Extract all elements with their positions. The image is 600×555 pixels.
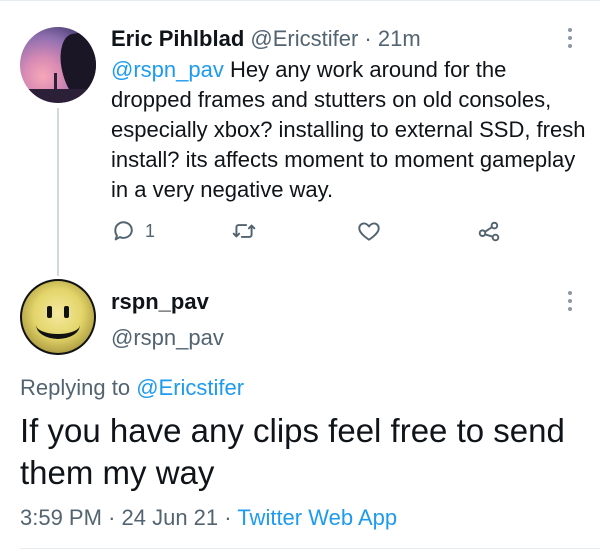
like-icon bbox=[358, 222, 380, 241]
author-handle[interactable]: @rspn_pav bbox=[111, 324, 224, 352]
tweet-text: @rspn_pav Hey any work around for the dr… bbox=[111, 55, 591, 205]
mention-link[interactable]: @rspn_pav bbox=[111, 57, 224, 82]
top-divider bbox=[0, 0, 600, 1]
tweet-date[interactable]: 24 Jun 21 bbox=[122, 505, 219, 530]
replying-to-link[interactable]: @Ericstifer bbox=[136, 375, 244, 400]
separator-dot: · bbox=[364, 26, 372, 51]
tweet-header: Eric Pihlblad @Ericstifer · 21m bbox=[111, 25, 421, 53]
retweet-button[interactable] bbox=[231, 216, 257, 246]
share-button[interactable] bbox=[476, 216, 502, 246]
avatar-ground bbox=[20, 89, 96, 103]
separator-dot: · bbox=[224, 505, 232, 530]
author-name[interactable]: rspn_pav bbox=[111, 288, 209, 316]
tweet-time[interactable]: 3:59 PM bbox=[20, 505, 102, 530]
like-button[interactable] bbox=[356, 216, 382, 246]
retweet-icon bbox=[232, 224, 256, 238]
author-handle[interactable]: @Ericstifer bbox=[250, 26, 358, 51]
thread-line bbox=[57, 108, 59, 276]
avatar[interactable] bbox=[20, 279, 96, 355]
tweet-source[interactable]: Twitter Web App bbox=[237, 505, 397, 530]
smiley-face bbox=[22, 281, 94, 353]
reply-icon bbox=[114, 221, 133, 241]
tweet-text: If you have any clips feel free to send … bbox=[20, 412, 565, 491]
more-icon[interactable] bbox=[566, 28, 574, 52]
tweet-meta: 3:59 PM · 24 Jun 21 · Twitter Web App bbox=[20, 504, 397, 532]
bottom-divider bbox=[20, 548, 600, 549]
tweet-actions: 1 bbox=[111, 216, 531, 246]
author-name[interactable]: Eric Pihlblad bbox=[111, 26, 244, 51]
reply-button[interactable]: 1 bbox=[111, 216, 155, 246]
tweet-time[interactable]: 21m bbox=[378, 26, 421, 51]
share-icon bbox=[478, 221, 500, 242]
smiley-mouth bbox=[36, 311, 80, 339]
reply-count: 1 bbox=[145, 220, 156, 241]
separator-dot: · bbox=[108, 505, 116, 530]
replying-prefix: Replying to bbox=[20, 375, 137, 400]
replying-to: Replying to @Ericstifer bbox=[20, 374, 244, 402]
avatar[interactable] bbox=[20, 27, 96, 103]
more-icon[interactable] bbox=[566, 291, 574, 315]
